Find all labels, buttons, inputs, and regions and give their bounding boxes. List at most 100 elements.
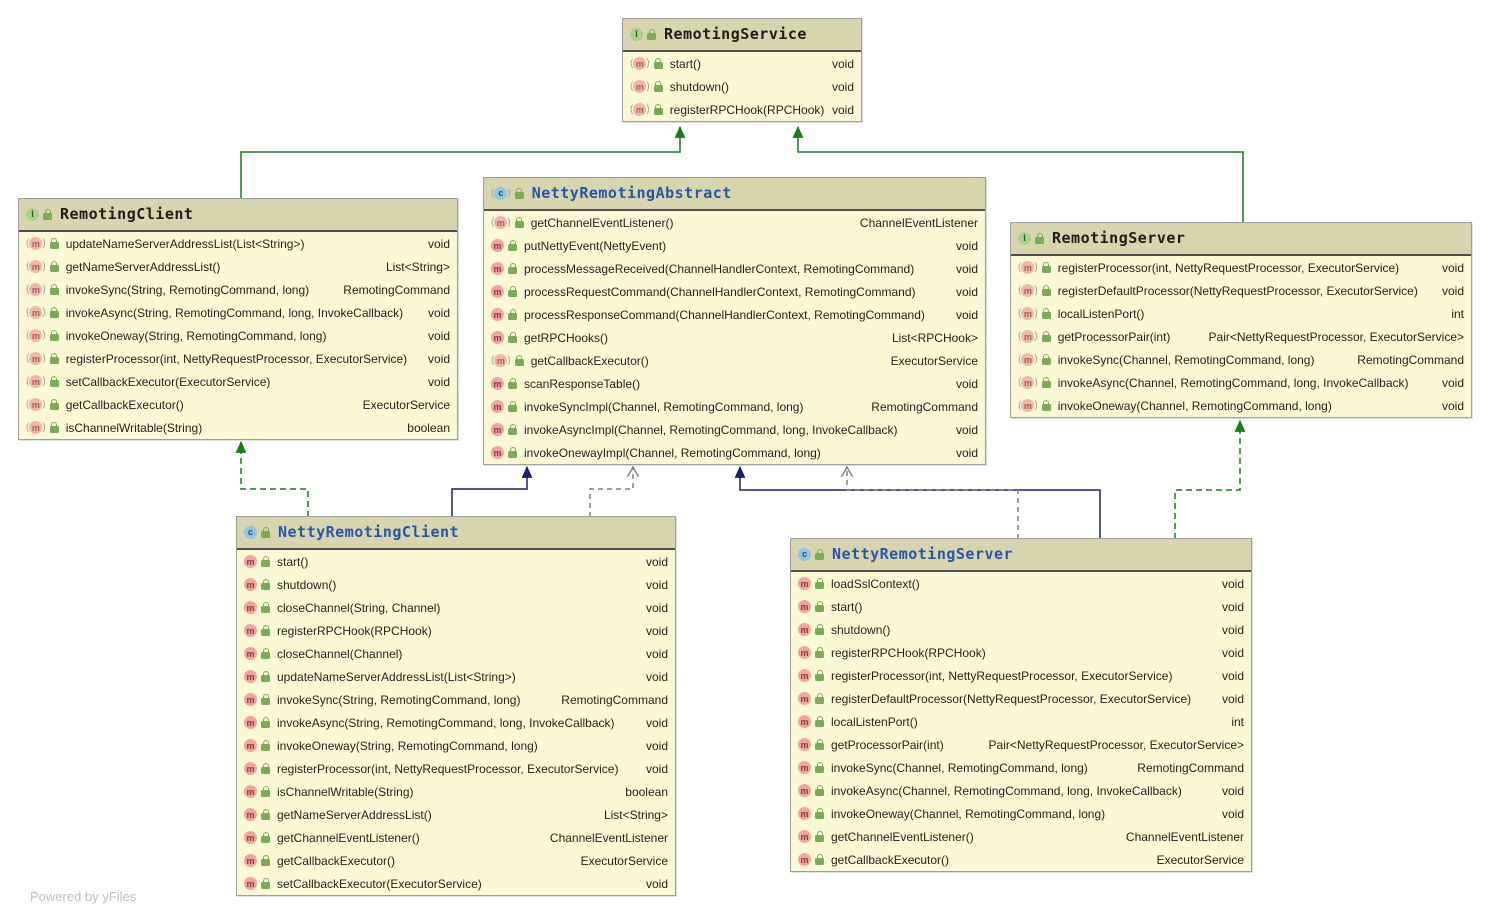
method-row[interactable]: mstart()void bbox=[791, 595, 1251, 618]
method-row[interactable]: mputNettyEvent(NettyEvent)void bbox=[484, 234, 985, 257]
method-row[interactable]: minvokeSyncImpl(Channel, RemotingCommand… bbox=[484, 395, 985, 418]
method-row[interactable]: minvokeAsync(Channel, RemotingCommand, l… bbox=[1011, 371, 1471, 394]
method-row[interactable]: mupdateNameServerAddressList(List<String… bbox=[19, 232, 457, 255]
method-row[interactable]: mshutdown()void bbox=[623, 75, 861, 98]
class-header[interactable]: IRemotingClient bbox=[19, 199, 457, 232]
method-row[interactable]: mloadSslContext()void bbox=[791, 572, 1251, 595]
method-row[interactable]: mregisterProcessor(int, NettyRequestProc… bbox=[791, 664, 1251, 687]
method-glyph: m bbox=[29, 283, 42, 296]
method-row[interactable]: minvokeSync(Channel, RemotingCommand, lo… bbox=[1011, 348, 1471, 371]
method-row[interactable]: minvokeOneway(Channel, RemotingCommand, … bbox=[791, 802, 1251, 825]
method-row[interactable]: mgetRPCHooks()List<RPCHook> bbox=[484, 326, 985, 349]
method-return-type: void bbox=[1217, 577, 1244, 591]
method-row[interactable]: minvokeOnewayImpl(Channel, RemotingComma… bbox=[484, 441, 985, 464]
method-row[interactable]: minvokeAsyncImpl(Channel, RemotingComman… bbox=[484, 418, 985, 441]
method-icon: m bbox=[798, 600, 811, 613]
method-row[interactable]: misChannelWritable(String)boolean bbox=[237, 780, 675, 803]
method-glyph: m bbox=[29, 260, 42, 273]
method-glyph: m bbox=[798, 761, 811, 774]
method-row[interactable]: mgetCallbackExecutor()ExecutorService bbox=[237, 849, 675, 872]
class-box-RemotingServer[interactable]: IRemotingServermregisterProcessor(int, N… bbox=[1010, 222, 1472, 418]
method-glyph: m bbox=[244, 555, 257, 568]
method-row[interactable]: mregisterRPCHook(RPCHook)void bbox=[623, 98, 861, 121]
method-row[interactable]: minvokeSync(String, RemotingCommand, lon… bbox=[19, 278, 457, 301]
class-header[interactable]: cNettyRemotingServer bbox=[791, 539, 1251, 572]
method-row[interactable]: msetCallbackExecutor(ExecutorService)voi… bbox=[19, 370, 457, 393]
method-row[interactable]: mcloseChannel(String, Channel)void bbox=[237, 596, 675, 619]
class-box-NettyRemotingServer[interactable]: cNettyRemotingServermloadSslContext()voi… bbox=[790, 538, 1252, 872]
lock-icon bbox=[815, 628, 824, 635]
class-header[interactable]: cNettyRemotingClient bbox=[237, 517, 675, 550]
method-return-type: ChannelEventListener bbox=[855, 216, 978, 230]
method-row[interactable]: mlocalListenPort()int bbox=[1011, 302, 1471, 325]
class-box-NettyRemotingClient[interactable]: cNettyRemotingClientmstart()voidmshutdow… bbox=[236, 516, 676, 896]
method-row[interactable]: mprocessRequestCommand(ChannelHandlerCon… bbox=[484, 280, 985, 303]
class-title: NettyRemotingAbstract bbox=[532, 178, 732, 209]
class-box-RemotingService[interactable]: IRemotingServicemstart()voidmshutdown()v… bbox=[622, 18, 862, 122]
method-row[interactable]: mshutdown()void bbox=[791, 618, 1251, 641]
method-name: invokeOneway(String, RemotingCommand, lo… bbox=[277, 739, 538, 753]
method-row[interactable]: mgetProcessorPair(int)Pair<NettyRequestP… bbox=[791, 733, 1251, 756]
method-row[interactable]: minvokeAsync(String, RemotingCommand, lo… bbox=[237, 711, 675, 734]
class-header[interactable]: IRemotingServer bbox=[1011, 223, 1471, 256]
class-header[interactable]: IRemotingService bbox=[623, 19, 861, 52]
method-row[interactable]: mregisterRPCHook(RPCHook)void bbox=[791, 641, 1251, 664]
method-row[interactable]: mgetCallbackExecutor()ExecutorService bbox=[484, 349, 985, 372]
class-header[interactable]: cNettyRemotingAbstract bbox=[484, 178, 985, 211]
method-row[interactable]: mlocalListenPort()int bbox=[791, 710, 1251, 733]
method-row[interactable]: mgetProcessorPair(int)Pair<NettyRequestP… bbox=[1011, 325, 1471, 348]
method-row[interactable]: minvokeAsync(Channel, RemotingCommand, l… bbox=[791, 779, 1251, 802]
method-row[interactable]: mgetCallbackExecutor()ExecutorService bbox=[791, 848, 1251, 871]
method-name: shutdown() bbox=[831, 623, 890, 637]
method-return-type: void bbox=[1217, 623, 1244, 637]
method-icon: m bbox=[244, 670, 257, 683]
method-row[interactable]: mcloseChannel(Channel)void bbox=[237, 642, 675, 665]
method-row[interactable]: mregisterRPCHook(RPCHook)void bbox=[237, 619, 675, 642]
method-row[interactable]: m invokeOneway(String, RemotingCommand, l… bbox=[237, 734, 675, 757]
method-glyph: m bbox=[244, 739, 257, 752]
method-row[interactable]: mshutdown()void bbox=[237, 573, 675, 596]
method-icon: m bbox=[491, 285, 504, 298]
class-box-RemotingClient[interactable]: IRemotingClientmupdateNameServerAddressL… bbox=[18, 198, 458, 440]
method-glyph: m bbox=[244, 762, 257, 775]
method-row[interactable]: minvokeOneway(Channel, RemotingCommand, … bbox=[1011, 394, 1471, 417]
method-row[interactable]: mgetCallbackExecutor()ExecutorService bbox=[19, 393, 457, 416]
method-name: updateNameServerAddressList(List<String>… bbox=[66, 237, 305, 251]
lock-icon bbox=[1042, 312, 1051, 319]
method-glyph: m bbox=[491, 423, 504, 436]
lock-icon bbox=[654, 85, 663, 92]
method-name: invokeSync(Channel, RemotingCommand, lon… bbox=[831, 761, 1088, 775]
method-row[interactable]: mstart()void bbox=[237, 550, 675, 573]
method-row[interactable]: mgetChannelEventListener()ChannelEventLi… bbox=[791, 825, 1251, 848]
method-row[interactable]: minvokeSync(String, RemotingCommand, lon… bbox=[237, 688, 675, 711]
method-row[interactable]: mprocessResponseCommand(ChannelHandlerCo… bbox=[484, 303, 985, 326]
method-row[interactable]: minvokeOneway(String, RemotingCommand, l… bbox=[19, 324, 457, 347]
method-row[interactable]: mgetChannelEventListener()ChannelEventLi… bbox=[484, 211, 985, 234]
method-row[interactable]: mregisterProcessor(int, NettyRequestProc… bbox=[237, 757, 675, 780]
method-row[interactable]: mregisterProcessor(int, NettyRequestProc… bbox=[1011, 256, 1471, 279]
method-row[interactable]: misChannelWritable(String)boolean bbox=[19, 416, 457, 439]
method-row[interactable]: mgetNameServerAddressList()List<String> bbox=[237, 803, 675, 826]
method-row[interactable]: mgetChannelEventListener()ChannelEventLi… bbox=[237, 826, 675, 849]
method-return-type: RemotingCommand bbox=[556, 693, 668, 707]
method-row[interactable]: mstart()void bbox=[623, 52, 861, 75]
method-row[interactable]: mscanResponseTable()void bbox=[484, 372, 985, 395]
method-name: getCallbackExecutor() bbox=[531, 354, 649, 368]
method-row[interactable]: m invokeSync(Channel, RemotingCommand, lo… bbox=[791, 756, 1251, 779]
method-row[interactable]: minvokeAsync(String, RemotingCommand, lo… bbox=[19, 301, 457, 324]
method-row[interactable]: mregisterDefaultProcessor(NettyRequestPr… bbox=[791, 687, 1251, 710]
method-row[interactable]: mregisterProcessor(int, NettyRequestProc… bbox=[19, 347, 457, 370]
lock-icon bbox=[654, 108, 663, 115]
method-name: processResponseCommand(ChannelHandlerCon… bbox=[524, 308, 925, 322]
class-box-NettyRemotingAbstract[interactable]: cNettyRemotingAbstractmgetChannelEventLi… bbox=[483, 177, 986, 465]
lock-icon bbox=[50, 242, 59, 249]
method-return-type: RemotingCommand bbox=[866, 400, 978, 414]
method-row[interactable]: mregisterDefaultProcessor(NettyRequestPr… bbox=[1011, 279, 1471, 302]
method-row[interactable]: mgetNameServerAddressList()List<String> bbox=[19, 255, 457, 278]
method-glyph: m bbox=[244, 854, 257, 867]
method-row[interactable]: msetCallbackExecutor(ExecutorService)voi… bbox=[237, 872, 675, 895]
method-name: getCallbackExecutor() bbox=[66, 398, 184, 412]
lock-icon bbox=[261, 531, 270, 538]
method-row[interactable]: mupdateNameServerAddressList(List<String… bbox=[237, 665, 675, 688]
method-row[interactable]: mprocessMessageReceived(ChannelHandlerCo… bbox=[484, 257, 985, 280]
